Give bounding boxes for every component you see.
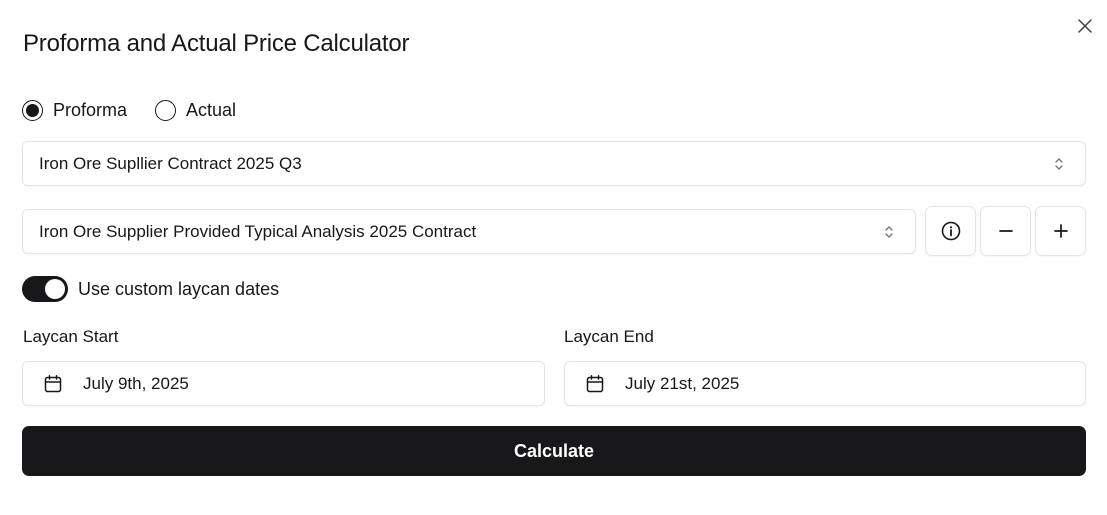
info-icon <box>941 221 960 241</box>
radio-option-proforma[interactable]: Proforma <box>22 100 127 121</box>
calculate-button[interactable]: Calculate <box>22 426 1086 476</box>
dialog-title: Proforma and Actual Price Calculator <box>23 30 410 57</box>
custom-laycan-switch[interactable] <box>22 276 68 302</box>
laycan-end-value: July 21st, 2025 <box>625 373 740 393</box>
laycan-start-label: Laycan Start <box>23 327 119 346</box>
radio-proforma[interactable] <box>22 100 43 121</box>
remove-button[interactable] <box>980 206 1031 256</box>
calendar-icon <box>44 374 62 392</box>
radio-label-proforma: Proforma <box>53 100 128 120</box>
close-button[interactable] <box>1075 16 1095 36</box>
radio-option-actual[interactable]: Actual <box>155 100 236 121</box>
contract-select-value: Iron Ore Supllier Contract 2025 Q3 <box>39 153 302 173</box>
add-button[interactable] <box>1035 206 1086 256</box>
plus-icon <box>1053 224 1068 238</box>
switch-thumb <box>45 279 65 299</box>
chevron-up-down-icon <box>1055 157 1063 170</box>
custom-laycan-label: Use custom laycan dates <box>78 278 280 299</box>
analysis-select-value: Iron Ore Supplier Provided Typical Analy… <box>39 221 477 241</box>
laycan-start-date-picker[interactable]: July 9th, 2025 <box>22 361 545 406</box>
laycan-end-label: Laycan End <box>564 327 654 346</box>
calendar-icon <box>586 374 604 392</box>
minus-icon <box>998 230 1013 232</box>
contract-select[interactable]: Iron Ore Supllier Contract 2025 Q3 <box>22 141 1086 186</box>
chevron-up-down-icon <box>885 225 893 238</box>
price-type-radio-group: Proforma Actual <box>22 100 236 121</box>
price-calculator-dialog: Proforma and Actual Price Calculator Pro… <box>0 0 1107 515</box>
radio-label-actual: Actual <box>186 100 237 120</box>
close-icon <box>1078 19 1092 33</box>
custom-laycan-row: Use custom laycan dates <box>22 276 279 302</box>
radio-actual[interactable] <box>155 100 177 121</box>
info-button[interactable] <box>925 206 976 256</box>
analysis-select[interactable]: Iron Ore Supplier Provided Typical Analy… <box>22 209 916 254</box>
laycan-end-date-picker[interactable]: July 21st, 2025 <box>564 361 1086 406</box>
laycan-start-value: July 9th, 2025 <box>83 373 189 393</box>
radio-selected-dot <box>26 104 39 117</box>
